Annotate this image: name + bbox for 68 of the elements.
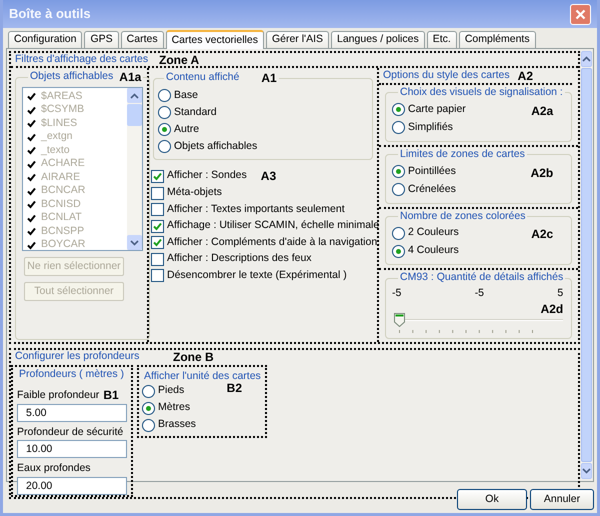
checkbox-option[interactable]: Affichage : Utiliser SCAMIN, échelle minimale <box>151 218 380 234</box>
radio-option[interactable]: Autre <box>158 121 368 138</box>
scroll-up-icon <box>582 56 592 62</box>
checkbox-option[interactable]: Afficher : Compléments d'aide à la navigation. <box>151 234 380 251</box>
tab[interactable]: Cartes vectorielles <box>166 30 264 49</box>
close-icon <box>575 8 586 20</box>
input-field[interactable]: 10.00 <box>17 440 127 458</box>
tab[interactable]: Gérer l'AIS <box>266 31 329 48</box>
radio-option[interactable]: Objets affichables <box>158 138 368 155</box>
radio-option[interactable]: Mètres <box>142 400 190 417</box>
checkbox-option[interactable]: Afficher : Descriptions des feux <box>151 251 312 268</box>
radio-option[interactable]: Carte papier <box>392 100 466 119</box>
group-label: Contenu affiché <box>166 70 240 86</box>
radio-option[interactable]: Standard <box>158 104 368 121</box>
tab[interactable]: Langues / polices <box>331 31 425 48</box>
group-label: Objets affichables <box>30 69 114 84</box>
checkbox-option[interactable]: Désencombrer le texte (Expérimental ) <box>151 268 347 284</box>
scale-label: -5 <box>474 286 484 301</box>
annotation-label: Zone A <box>159 52 200 68</box>
slider-track[interactable] <box>394 312 564 327</box>
section-title: Options du style des cartes <box>383 68 510 83</box>
checkbox-option[interactable]: Afficher : Textes importants seulement <box>151 202 345 218</box>
scale-label: 5 <box>557 286 564 301</box>
radio-option[interactable]: 2 Couleurs <box>392 224 459 242</box>
group-label: Profondeurs ( mètres ) <box>18 366 124 382</box>
radio-option[interactable]: 4 Couleurs <box>392 242 459 260</box>
window-title: Boîte à outils <box>9 5 91 24</box>
section-title: Filtres d'affichage des cartes <box>14 52 150 67</box>
tab[interactable]: Cartes <box>120 31 164 48</box>
radio-option[interactable]: Base <box>158 87 368 104</box>
annotation-label: A2 <box>518 68 533 84</box>
button[interactable]: Annuler <box>530 489 594 510</box>
annotation-label: Zone B <box>173 349 214 366</box>
tab[interactable]: Configuration <box>8 31 82 48</box>
button[interactable]: Ok <box>457 489 527 510</box>
group-label: Limites de zones de cartes <box>400 146 525 162</box>
radio-option[interactable]: Simplifiés <box>392 118 466 137</box>
input-field[interactable]: 5.00 <box>17 404 127 422</box>
field-label: Eaux profondes <box>17 461 91 476</box>
tab[interactable]: GPS <box>84 31 119 48</box>
radio-option[interactable]: Pointillées <box>392 162 456 180</box>
scale-label: -5 <box>392 286 402 301</box>
radio-option[interactable]: Brasses <box>142 416 196 434</box>
tab[interactable]: Etc. <box>426 31 457 48</box>
checkbox-option[interactable]: Méta-objets <box>151 185 222 202</box>
annotation-label: A1a <box>119 69 142 86</box>
annotation-label: A3 <box>260 168 276 185</box>
close-button[interactable] <box>570 4 591 24</box>
annotation-label: A2d <box>540 300 564 318</box>
annotation-label: A2a <box>531 102 554 120</box>
annotation-label: A2c <box>531 226 554 244</box>
group-label: Nombre de zones colorées <box>400 208 526 224</box>
annotation-label: A2b <box>530 164 554 182</box>
scroll-down-icon <box>130 240 140 246</box>
group-label: CM93 : Quantité de détails affichés <box>400 270 564 286</box>
annotation-label: B1 <box>103 386 119 404</box>
field-label: Profondeur de sécurité <box>17 424 124 440</box>
checkbox-option[interactable]: Afficher : Sondes <box>151 168 247 184</box>
radio-option[interactable]: Pieds <box>142 382 184 400</box>
annotation-label: A1 <box>261 70 277 87</box>
radio-option[interactable]: Crénelées <box>392 180 456 198</box>
group-label: Choix des visuels de signalisation : <box>400 85 563 100</box>
field-label: Faible profondeur <box>17 388 100 403</box>
section-title: Configurer les profondeurs <box>14 349 140 364</box>
scroll-up-icon <box>130 92 140 98</box>
scroll-down-icon <box>582 468 592 474</box>
input-field[interactable]: 20.00 <box>17 477 127 495</box>
tab[interactable]: Compléments <box>458 31 536 48</box>
